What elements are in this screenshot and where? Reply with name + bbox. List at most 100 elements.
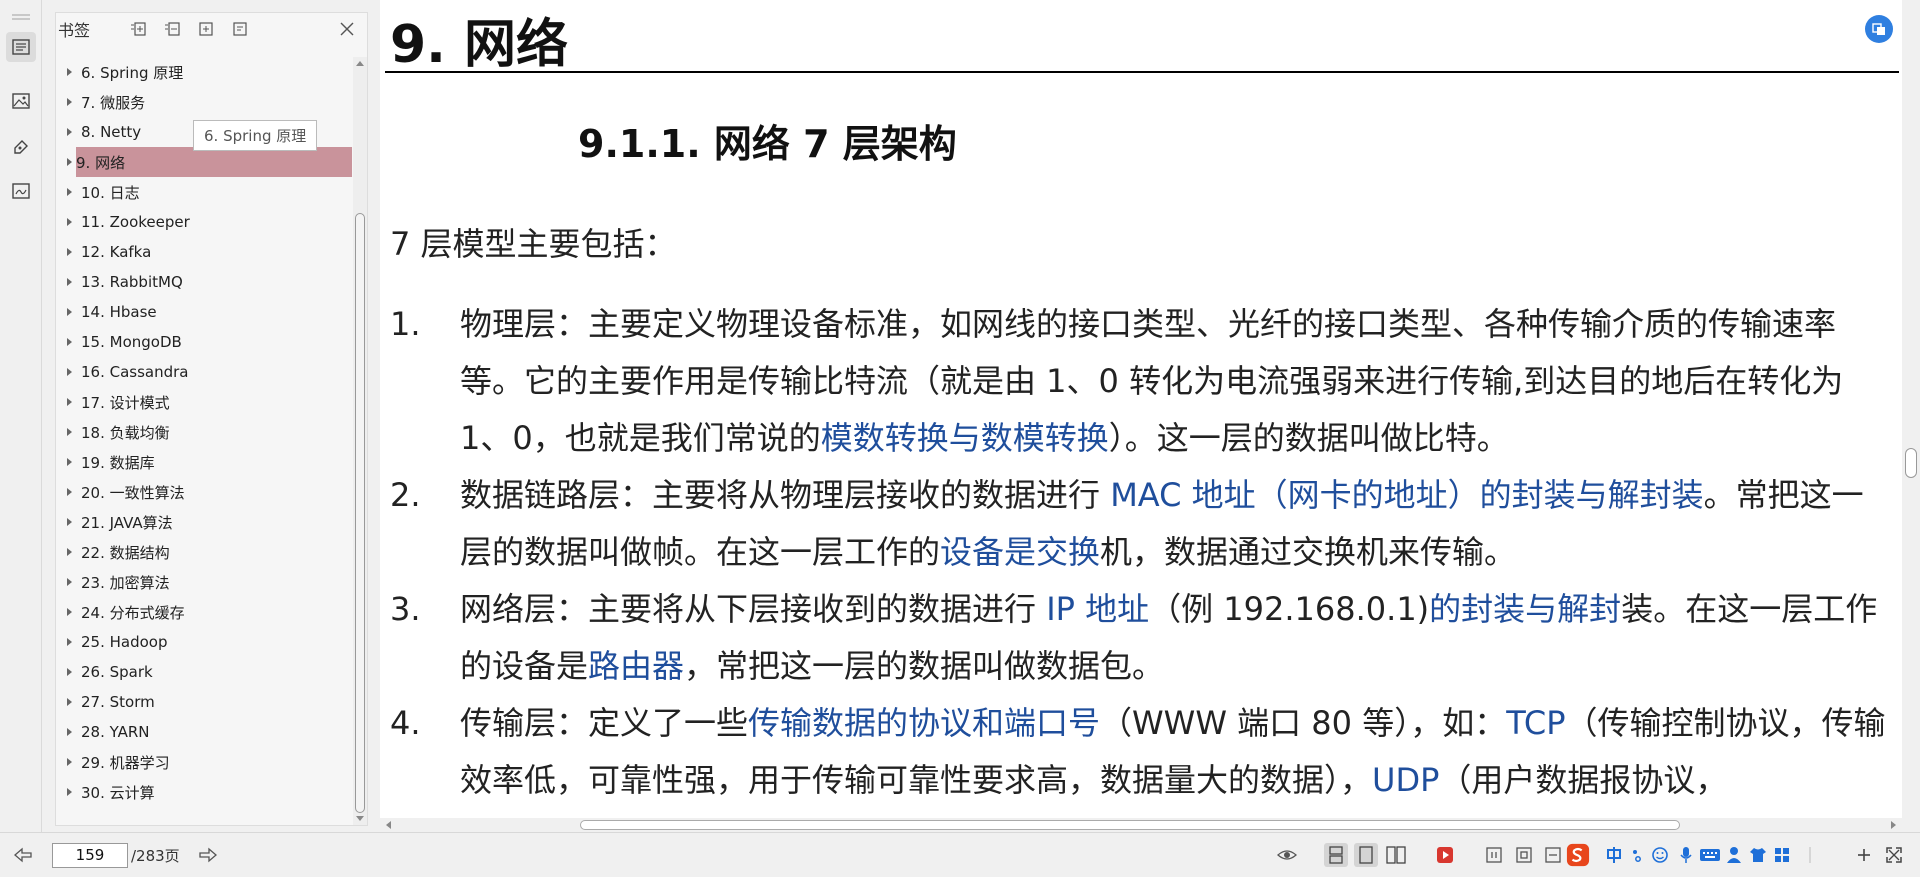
- ime-keyboard-icon[interactable]: [1698, 843, 1722, 867]
- fullscreen-icon[interactable]: [1882, 843, 1906, 867]
- play-icon[interactable]: [1433, 843, 1457, 867]
- scrollbar-thumb[interactable]: [355, 213, 365, 813]
- hyperlink[interactable]: 的封装与解封: [1429, 590, 1621, 628]
- bookmark-item-6[interactable]: 6. Spring 原理: [56, 57, 352, 87]
- chevron-right-icon[interactable]: [67, 368, 72, 376]
- grip-handle[interactable]: [12, 14, 30, 16]
- bookmark-item-11[interactable]: 11. Zookeeper: [56, 207, 352, 237]
- image-panel-icon[interactable]: [6, 86, 36, 116]
- scrollbar-thumb[interactable]: [1905, 448, 1917, 478]
- bookmark-item-23[interactable]: 23. 加密算法: [56, 567, 352, 597]
- hyperlink[interactable]: IP 地址: [1046, 590, 1149, 628]
- bookmark-item-13[interactable]: 13. RabbitMQ: [56, 267, 352, 297]
- chevron-right-icon[interactable]: [67, 428, 72, 436]
- chevron-right-icon[interactable]: [67, 308, 72, 316]
- bookmark-scrollbar[interactable]: [353, 57, 367, 825]
- chevron-right-icon[interactable]: [67, 488, 72, 496]
- bookmark-item-10[interactable]: 10. 日志: [56, 177, 352, 207]
- bookmark-item-30[interactable]: 30. 云计算: [56, 777, 352, 807]
- ime-toolbox-icon[interactable]: [1770, 843, 1794, 867]
- ime-user-icon[interactable]: [1722, 843, 1746, 867]
- bookmark-item-12[interactable]: 12. Kafka: [56, 237, 352, 267]
- close-icon[interactable]: [335, 17, 359, 41]
- chevron-right-icon[interactable]: [67, 548, 72, 556]
- single-page-view-icon[interactable]: [1354, 843, 1378, 867]
- bookmark-item-9[interactable]: 9. 网络: [67, 147, 352, 177]
- hyperlink[interactable]: 设备是交换: [940, 533, 1100, 571]
- chevron-right-icon[interactable]: [67, 248, 72, 256]
- edit-bookmark-icon[interactable]: [228, 17, 252, 41]
- translate-float-icon[interactable]: [1865, 15, 1893, 43]
- chevron-right-icon[interactable]: [67, 788, 72, 796]
- eye-icon[interactable]: [1275, 843, 1299, 867]
- chevron-right-icon[interactable]: [67, 278, 72, 286]
- page-number-input[interactable]: 159: [52, 843, 128, 868]
- bookmark-item-19[interactable]: 19. 数据库: [56, 447, 352, 477]
- signature-panel-icon[interactable]: [6, 176, 36, 206]
- scroll-left-icon[interactable]: [386, 821, 391, 829]
- chevron-right-icon[interactable]: [67, 578, 72, 586]
- next-page-icon[interactable]: [197, 845, 219, 865]
- hyperlink[interactable]: 路由器: [588, 647, 684, 685]
- chevron-right-icon[interactable]: [67, 668, 72, 676]
- sogou-ime-logo-icon[interactable]: [1566, 843, 1590, 867]
- chevron-right-icon[interactable]: [67, 128, 72, 136]
- bookmark-item-24[interactable]: 24. 分布式缓存: [56, 597, 352, 627]
- bookmark-panel-icon[interactable]: [6, 32, 36, 62]
- collapse-all-icon[interactable]: [160, 17, 184, 41]
- bookmark-item-17[interactable]: 17. 设计模式: [56, 387, 352, 417]
- scroll-right-icon[interactable]: [1891, 821, 1896, 829]
- fit-width-icon[interactable]: [1541, 843, 1565, 867]
- hyperlink[interactable]: UDP: [1372, 761, 1439, 799]
- ime-chinese-mode-icon[interactable]: [1602, 843, 1626, 867]
- actual-size-icon[interactable]: [1482, 843, 1506, 867]
- scroll-down-icon[interactable]: [356, 816, 364, 821]
- bookmark-item-20[interactable]: 20. 一致性算法: [56, 477, 352, 507]
- bookmark-item-26[interactable]: 26. Spark: [56, 657, 352, 687]
- two-page-view-icon[interactable]: [1384, 843, 1408, 867]
- chevron-right-icon[interactable]: [67, 458, 72, 466]
- bookmark-item-15[interactable]: 15. MongoDB: [56, 327, 352, 357]
- fit-page-icon[interactable]: [1512, 843, 1536, 867]
- bookmark-item-18[interactable]: 18. 负载均衡: [56, 417, 352, 447]
- ime-punctuation-icon[interactable]: [1626, 843, 1650, 867]
- continuous-view-icon[interactable]: [1324, 843, 1348, 867]
- bookmark-item-21[interactable]: 21. JAVA算法: [56, 507, 352, 537]
- bookmark-item-29[interactable]: 29. 机器学习: [56, 747, 352, 777]
- document-vertical-scrollbar[interactable]: [1902, 0, 1920, 818]
- hyperlink[interactable]: 模数转换与数模转换: [821, 419, 1109, 457]
- bookmark-item-25[interactable]: 25. Hadoop: [56, 627, 352, 657]
- chevron-right-icon[interactable]: [67, 338, 72, 346]
- bookmark-item-27[interactable]: 27. Storm: [56, 687, 352, 717]
- chevron-right-icon[interactable]: [67, 518, 72, 526]
- chevron-right-icon[interactable]: [67, 398, 72, 406]
- hyperlink[interactable]: TCP: [1506, 704, 1565, 742]
- chevron-right-icon[interactable]: [67, 638, 72, 646]
- hyperlink[interactable]: MAC 地址（网卡的地址）的封装与解封装: [1110, 476, 1703, 514]
- ime-skin-icon[interactable]: [1746, 843, 1770, 867]
- add-bookmark-icon[interactable]: [194, 17, 218, 41]
- bookmark-item-7[interactable]: 7. 微服务: [56, 87, 352, 117]
- bookmark-item-22[interactable]: 22. 数据结构: [56, 537, 352, 567]
- bookmark-item-16[interactable]: 16. Cassandra: [56, 357, 352, 387]
- hyperlink[interactable]: 传输数据的协议和端口号: [748, 704, 1100, 742]
- chevron-right-icon[interactable]: [67, 608, 72, 616]
- scroll-up-icon[interactable]: [356, 61, 364, 66]
- chevron-right-icon[interactable]: [67, 98, 72, 106]
- document-horizontal-scrollbar[interactable]: [380, 818, 1902, 832]
- chevron-right-icon[interactable]: [67, 188, 72, 196]
- expand-all-icon[interactable]: [126, 17, 150, 41]
- chevron-right-icon[interactable]: [67, 158, 72, 166]
- annotation-panel-icon[interactable]: [6, 132, 36, 162]
- ime-voice-icon[interactable]: [1674, 843, 1698, 867]
- previous-page-icon[interactable]: [12, 845, 34, 865]
- bookmark-item-28[interactable]: 28. YARN: [56, 717, 352, 747]
- chevron-right-icon[interactable]: [67, 758, 72, 766]
- bookmark-item-14[interactable]: 14. Hbase: [56, 297, 352, 327]
- chevron-right-icon[interactable]: [67, 68, 72, 76]
- chevron-right-icon[interactable]: [67, 218, 72, 226]
- chevron-right-icon[interactable]: [67, 698, 72, 706]
- chevron-right-icon[interactable]: [67, 728, 72, 736]
- zoom-in-icon[interactable]: [1852, 843, 1876, 867]
- ime-emoji-icon[interactable]: [1648, 843, 1672, 867]
